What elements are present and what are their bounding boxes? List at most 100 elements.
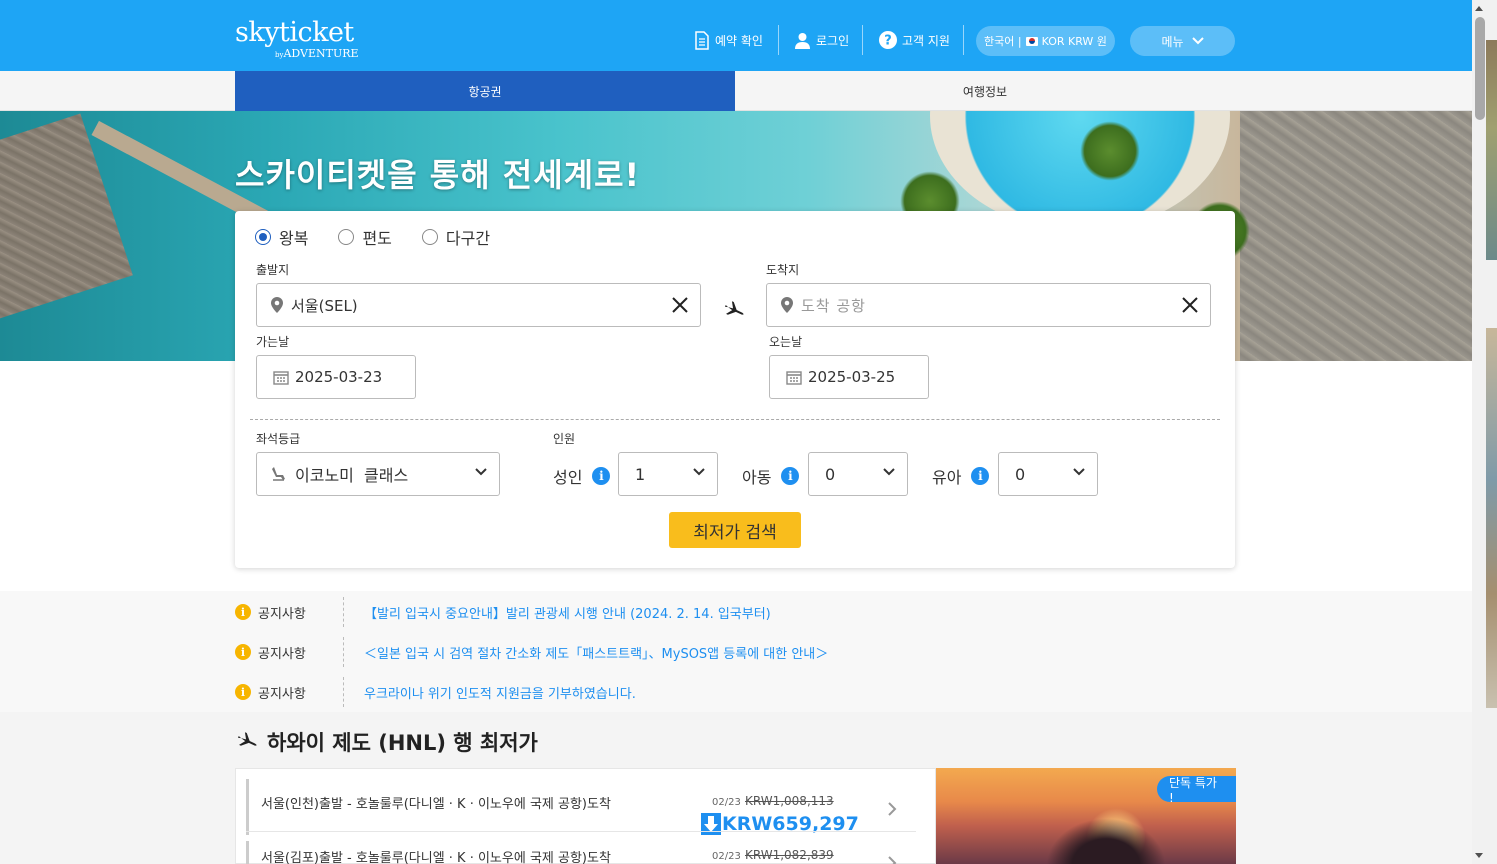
- location-pin-icon: [781, 297, 793, 313]
- chevron-down-icon: [1191, 37, 1204, 45]
- notice-link[interactable]: ＜일본 입국 시 검역 절차 간소화 제도「패스트트랙」、MySOS앱 등록에 …: [364, 643, 828, 662]
- language-label: 한국어 |: [984, 35, 1022, 48]
- flight-search-form: 왕복 편도 다구간 출발지 서울(SEL) 도착지 도착 공항 가는날 2025…: [235, 211, 1235, 568]
- notice-link[interactable]: 【발리 입국시 중요안내】발리 관광세 시행 안내 (2024. 2. 14. …: [364, 603, 771, 622]
- booking-check-link[interactable]: 예약 확인: [694, 25, 763, 55]
- clear-arrival-icon[interactable]: [1180, 295, 1200, 315]
- departure-label: 출발지: [256, 263, 290, 277]
- booking-check-label: 예약 확인: [715, 33, 763, 48]
- location-pin-icon: [271, 297, 283, 313]
- trip-type-roundtrip[interactable]: 왕복: [255, 225, 308, 249]
- logo-subtext: byADVENTURE: [275, 47, 359, 60]
- exclusive-deal-badge: 단독 특가 !: [1157, 776, 1236, 805]
- user-icon: [795, 32, 810, 49]
- cabin-class-value: 이코노미 클래스: [295, 466, 409, 485]
- scrollbar-thumb[interactable]: [1475, 17, 1485, 120]
- chevron-right-icon: [888, 802, 897, 816]
- trip-type-group: 왕복 편도 다구간: [255, 225, 490, 249]
- product-tab-bar: 항공권 여행정보: [0, 71, 1472, 111]
- deals-heading: 하와이 제도 (HNL) 행 최저가: [235, 727, 538, 757]
- tab-flights[interactable]: 항공권: [235, 71, 735, 111]
- help-icon: ?: [879, 31, 897, 49]
- form-divider: [250, 419, 1220, 420]
- notice-link[interactable]: 우크라이나 위기 인도적 지원금을 기부하였습니다.: [364, 683, 636, 702]
- trip-type-oneway[interactable]: 편도: [338, 225, 392, 249]
- notice-info-icon: i: [235, 684, 251, 700]
- tab-travel-info[interactable]: 여행정보: [735, 71, 1235, 111]
- radio-unchecked-icon: [421, 229, 438, 245]
- radio-checked-icon: [255, 229, 271, 245]
- arrival-field[interactable]: 도착 공항: [766, 283, 1211, 327]
- cabin-class-select[interactable]: 이코노미 클래스: [256, 452, 500, 496]
- infant-count-select[interactable]: 0: [998, 452, 1098, 496]
- adult-label-text: 성인: [553, 468, 583, 487]
- menu-label: 메뉴: [1161, 34, 1184, 49]
- adjacent-window-image: [1486, 328, 1497, 708]
- logo-text: skyticket: [235, 17, 354, 48]
- menu-button[interactable]: 메뉴: [1130, 26, 1235, 56]
- hero-decor: [1240, 111, 1472, 361]
- airplane-icon: [237, 732, 257, 746]
- clear-departure-icon[interactable]: [670, 295, 690, 315]
- child-label: 아동 i: [742, 464, 800, 488]
- scroll-down-arrow-icon[interactable]: [1472, 847, 1486, 864]
- adjacent-window-image: [1486, 40, 1497, 260]
- airplane-swap-icon[interactable]: [722, 299, 746, 323]
- cabin-class-label: 좌석등급: [256, 432, 301, 446]
- calendar-icon: [786, 370, 802, 385]
- nav-divider: [963, 25, 964, 55]
- return-date-field[interactable]: 2025-03-25: [769, 355, 929, 399]
- departure-field[interactable]: 서울(SEL): [256, 283, 701, 327]
- support-link[interactable]: ? 고객 지원: [879, 25, 950, 55]
- arrival-label: 도착지: [766, 263, 800, 277]
- nav-divider: [862, 25, 863, 55]
- trip-type-multicity[interactable]: 다구간: [421, 225, 491, 249]
- notice-item: i 공지사항 【발리 입국시 중요안내】발리 관광세 시행 안내 (2024. …: [235, 597, 771, 627]
- image-decor: [1046, 818, 1166, 864]
- deal-route: 서울(인천)출발 - 호놀룰루(다니엘 · K · 이노우에 국제 공항)도착: [261, 797, 611, 812]
- chevron-down-icon: [1073, 468, 1085, 476]
- radio-unchecked-icon: [338, 229, 355, 245]
- nav-divider: [778, 25, 779, 55]
- child-count-value: 0: [825, 464, 836, 484]
- notice-label: 공지사항: [258, 686, 306, 702]
- notice-divider: [343, 597, 344, 627]
- deal-date: 02/23: [712, 851, 741, 862]
- adult-label: 성인 i: [553, 464, 611, 488]
- depart-date-field[interactable]: 2025-03-23: [256, 355, 416, 399]
- departure-value: 서울(SEL): [291, 296, 358, 315]
- notice-divider: [343, 637, 344, 667]
- notice-label: 공지사항: [258, 646, 306, 662]
- support-label: 고객 지원: [902, 33, 950, 48]
- notice-divider: [343, 677, 344, 707]
- deal-original-price: KRW1,082,839: [745, 848, 834, 862]
- child-count-select[interactable]: 0: [808, 452, 908, 496]
- trip-type-label: 다구간: [445, 229, 491, 248]
- search-lowest-fare-button[interactable]: 최저가 검색: [669, 512, 801, 548]
- skyticket-logo[interactable]: skyticket byADVENTURE: [235, 17, 359, 61]
- info-icon[interactable]: i: [971, 467, 990, 485]
- return-date-label: 오는날: [769, 335, 803, 349]
- adult-count-value: 1: [635, 464, 646, 484]
- vertical-scrollbar[interactable]: [1472, 0, 1486, 864]
- child-label-text: 아동: [742, 468, 772, 487]
- deal-original-price: KRW1,008,113: [745, 794, 834, 808]
- trip-type-label: 편도: [362, 229, 392, 248]
- deal-item[interactable]: 서울(인천)출발 - 호놀룰루(다니엘 · K · 이노우에 국제 공항)도착 …: [246, 779, 916, 835]
- scroll-up-arrow-icon[interactable]: [1472, 0, 1486, 17]
- deal-item[interactable]: 서울(김포)출발 - 호놀룰루(다니엘 · K · 이노우에 국제 공항)도착 …: [246, 841, 916, 864]
- login-label: 로그인: [816, 33, 850, 48]
- adult-count-select[interactable]: 1: [618, 452, 718, 496]
- hero-decor: [1080, 121, 1140, 181]
- notice-item: i 공지사항 ＜일본 입국 시 검역 절차 간소화 제도「패스트트랙」、MySO…: [235, 637, 828, 667]
- return-date-value: 2025-03-25: [808, 368, 896, 386]
- deals-title: 하와이 제도 (HNL) 행 최저가: [267, 731, 538, 755]
- info-icon[interactable]: i: [592, 467, 611, 485]
- chevron-down-icon: [693, 468, 705, 476]
- info-icon[interactable]: i: [781, 467, 800, 485]
- site-header: skyticket byADVENTURE 예약 확인 로그인 ? 고객 지원 …: [0, 0, 1472, 71]
- chevron-right-icon: [888, 856, 897, 864]
- language-currency-selector[interactable]: 한국어 | KOR KRW 원: [976, 26, 1115, 56]
- login-link[interactable]: 로그인: [794, 25, 849, 55]
- hero-title: 스카이티켓을 통해 전세계로!: [235, 156, 641, 194]
